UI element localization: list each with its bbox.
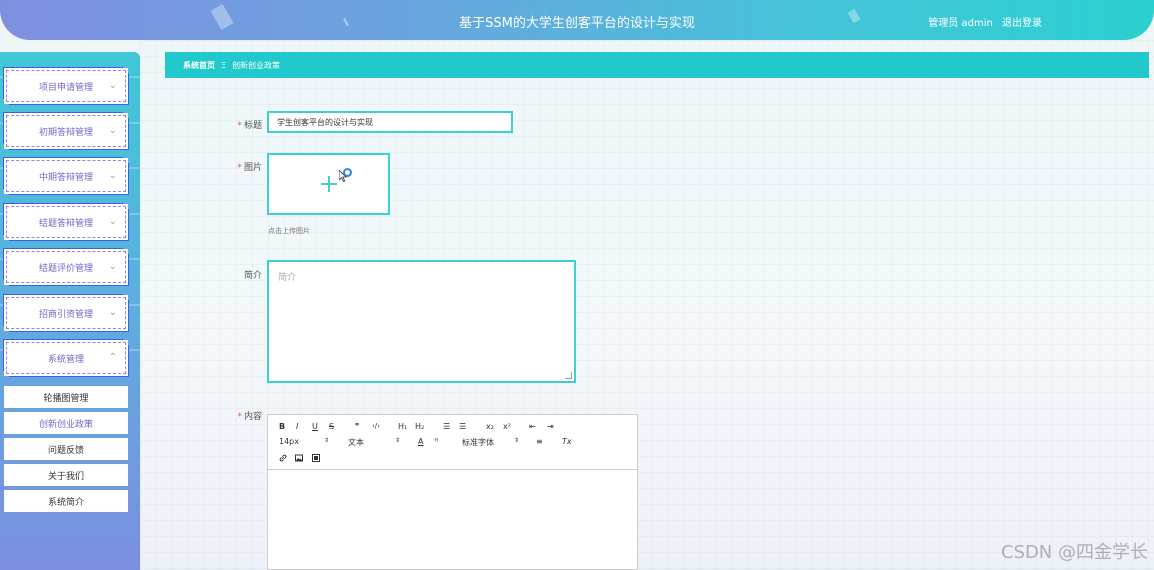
- sidebar-item-label: 结题答辩管理: [38, 218, 93, 229]
- upload-hint: 点击上传图片: [268, 227, 310, 235]
- code-button[interactable]: ‹/›: [372, 422, 380, 430]
- chevron-up-icon: ⌃: [108, 352, 117, 363]
- sidebar-subitem-policy[interactable]: 创新创业政策: [4, 412, 128, 434]
- user-label: 管理员 admin: [928, 18, 993, 29]
- sidebar-item-midterm-defense[interactable]: 中期答辩管理 ⌄: [4, 158, 128, 194]
- editor-toolbar: B I U S ❞ ‹/› H₁ H₂ ☰ ☰ x₂ x² ⇤ ⇥ 14px ⇕…: [268, 415, 637, 470]
- required-mark: *: [237, 412, 242, 422]
- font-family-select[interactable]: 标准字体: [462, 437, 494, 448]
- sidebar-item-system[interactable]: 系统管理 ⌃: [4, 340, 128, 376]
- chevron-down-icon: ⌄: [108, 216, 117, 227]
- chevron-updown-icon: ⇕: [514, 437, 520, 444]
- sidebar-item-initial-defense[interactable]: 初期答辩管理 ⌄: [4, 113, 128, 149]
- font-color-button[interactable]: A: [418, 437, 423, 446]
- sidebar-item-label: 结题评价管理: [38, 263, 93, 274]
- chevron-down-icon: ⌄: [108, 170, 117, 181]
- title-input[interactable]: 学生创客平台的设计与实现: [267, 111, 513, 133]
- sidebar-item-label: 招商引资管理: [38, 309, 93, 320]
- h1-button[interactable]: H₁: [398, 422, 407, 431]
- sidebar: 项目申请管理 ⌄ 初期答辩管理 ⌄ 中期答辩管理 ⌄ 结题答辩管理 ⌄ 结题评价…: [0, 52, 140, 570]
- intro-label: 简介: [243, 271, 262, 281]
- content-label: * 内容: [237, 412, 262, 422]
- title-label: * 标题: [237, 121, 262, 131]
- underline-button[interactable]: U: [312, 422, 318, 431]
- outdent-button[interactable]: ⇤: [529, 422, 536, 431]
- font-size-select[interactable]: 14px: [279, 437, 299, 446]
- sidebar-item-label: 初期答辩管理: [38, 127, 93, 138]
- plus-icon: [328, 176, 330, 192]
- strike-button[interactable]: S: [329, 422, 334, 431]
- chevron-down-icon: ⌄: [108, 261, 117, 272]
- sidebar-subitem-label: 创新创业政策: [38, 419, 93, 430]
- chevron-updown-icon: ⇕: [324, 437, 330, 444]
- required-mark: *: [237, 121, 242, 131]
- indent-button[interactable]: ⇥: [547, 422, 554, 431]
- sidebar-subitem-label: 问题反馈: [47, 445, 84, 456]
- video-icon[interactable]: [312, 454, 320, 462]
- bold-button[interactable]: B: [279, 422, 285, 431]
- ordered-list-button[interactable]: ☰: [443, 422, 450, 431]
- click-indicator-icon: [343, 168, 352, 177]
- chevron-down-icon: ⌄: [108, 125, 117, 136]
- intro-textarea[interactable]: 简介: [267, 260, 576, 383]
- watermark: CSDN @四金学长: [1000, 542, 1148, 563]
- h2-button[interactable]: H₂: [415, 422, 424, 431]
- chevron-updown-icon: ⇕: [395, 437, 401, 444]
- superscript-button[interactable]: x²: [503, 422, 511, 431]
- breadcrumb-home[interactable]: 系统首页: [183, 60, 215, 71]
- chevron-down-icon: ⌄: [108, 307, 117, 318]
- breadcrumb-separator: Ξ: [221, 60, 227, 70]
- user-bar: 管理员 admin 退出登录: [922, 14, 1042, 29]
- link-icon[interactable]: [279, 454, 287, 462]
- italic-button[interactable]: I: [296, 422, 298, 431]
- top-header: 基于SSM的大学生创客平台的设计与实现 管理员 admin 退出登录: [0, 0, 1154, 40]
- sidebar-item-label: 项目申请管理: [38, 82, 93, 93]
- sidebar-subitem-label: 关于我们: [47, 471, 84, 482]
- required-mark: *: [237, 163, 242, 173]
- image-label: * 图片: [237, 163, 262, 173]
- rich-text-editor: B I U S ❞ ‹/› H₁ H₂ ☰ ☰ x₂ x² ⇤ ⇥ 14px ⇕…: [267, 414, 638, 570]
- logout-link[interactable]: 退出登录: [1002, 18, 1042, 29]
- align-button[interactable]: ≡: [536, 437, 543, 446]
- sidebar-subitem-carousel[interactable]: 轮播图管理: [4, 386, 128, 408]
- quote-button[interactable]: ❞: [355, 422, 359, 431]
- clear-format-button[interactable]: Tx: [562, 437, 572, 446]
- text-type-select[interactable]: 文本: [348, 437, 364, 448]
- sidebar-item-label: 中期答辩管理: [38, 172, 93, 183]
- image-upload[interactable]: [267, 153, 390, 215]
- background-color-button[interactable]: ꟸ: [434, 437, 439, 446]
- chevron-down-icon: ⌄: [108, 80, 117, 91]
- sidebar-subitem-label: 轮播图管理: [43, 393, 89, 404]
- sidebar-subitem-about[interactable]: 关于我们: [4, 464, 128, 486]
- subscript-button[interactable]: x₂: [486, 422, 494, 431]
- sidebar-item-label: 系统管理: [47, 354, 84, 365]
- sidebar-item-final-evaluation[interactable]: 结题评价管理 ⌄: [4, 249, 128, 285]
- sidebar-item-final-defense[interactable]: 结题答辩管理 ⌄: [4, 204, 128, 240]
- sidebar-item-investment[interactable]: 招商引资管理 ⌄: [4, 295, 128, 331]
- bullet-list-button[interactable]: ☰: [459, 422, 466, 431]
- breadcrumb-current: 创新创业政策: [232, 60, 281, 70]
- sidebar-subitem-feedback[interactable]: 问题反馈: [4, 438, 128, 460]
- sidebar-item-project-application[interactable]: 项目申请管理 ⌄: [4, 68, 128, 104]
- image-icon[interactable]: [295, 454, 303, 462]
- sidebar-subitem-label: 系统简介: [47, 497, 84, 508]
- breadcrumb: 系统首页 Ξ 创新创业政策: [165, 52, 1149, 78]
- sidebar-subitem-intro[interactable]: 系统简介: [4, 490, 128, 512]
